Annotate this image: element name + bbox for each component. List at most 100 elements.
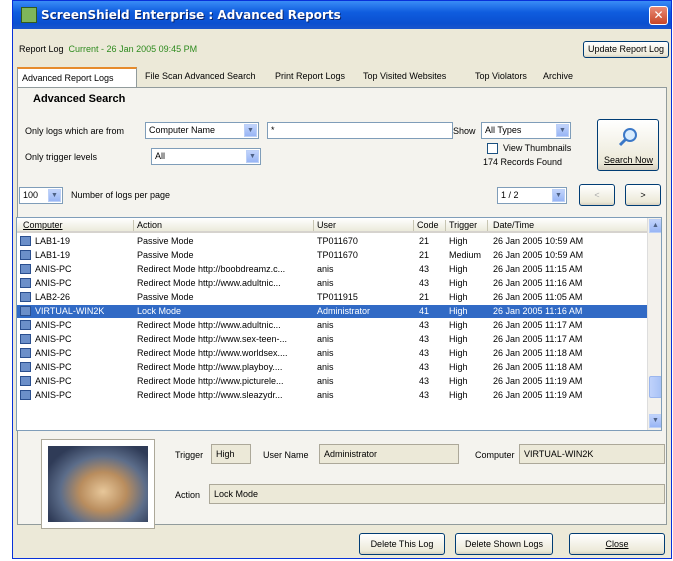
- show-label: Show: [453, 126, 476, 136]
- table-row[interactable]: ANIS-PC Redirect Mode http://www.adultnic…: [17, 319, 647, 332]
- table-row[interactable]: ANIS-PC Redirect Mode http://www.adultnic…: [17, 277, 647, 290]
- next-page-button[interactable]: >: [625, 184, 661, 206]
- table-cell-code: 21: [419, 250, 430, 260]
- column-header-user[interactable]: User: [317, 220, 336, 230]
- view-thumbnails-checkbox[interactable]: [487, 143, 498, 154]
- table-cell-action: Redirect Mode http://www.sleazydr...: [137, 390, 283, 400]
- vertical-scrollbar[interactable]: ▲ ▼: [647, 218, 661, 430]
- detail-trigger-value: High: [211, 444, 251, 464]
- table-cell-action: Redirect Mode http://www.picturele...: [137, 376, 284, 386]
- table-cell-trigger: High: [449, 292, 468, 302]
- trigger-select[interactable]: All ▼: [151, 148, 261, 165]
- computer-icon: [20, 236, 31, 246]
- report-log-label: Report Log: [19, 44, 64, 54]
- computer-icon: [20, 390, 31, 400]
- show-type-select[interactable]: All Types ▼: [481, 122, 571, 139]
- field-select[interactable]: Computer Name ▼: [145, 122, 259, 139]
- scroll-up-button[interactable]: ▲: [649, 219, 661, 233]
- table-cell-user: Administrator: [317, 306, 371, 316]
- column-header-datetime[interactable]: Date/Time: [493, 220, 534, 230]
- report-log-current: Current - 26 Jan 2005 09:45 PM: [68, 44, 198, 54]
- page-select[interactable]: 1 / 2 ▼: [497, 187, 567, 204]
- tab-archive[interactable]: Archive: [543, 67, 573, 87]
- title-bar[interactable]: ScreenShield Enterprise : Advanced Repor…: [13, 1, 671, 29]
- field-value-input[interactable]: *: [267, 122, 453, 139]
- computer-icon: [20, 348, 31, 358]
- table-cell-code: 43: [419, 362, 430, 372]
- computer-icon: [20, 320, 31, 330]
- column-header-trigger[interactable]: Trigger: [449, 220, 477, 230]
- table-cell-date-time: 26 Jan 2005 11:19 AM: [493, 390, 583, 400]
- screenshot-thumbnail[interactable]: [41, 439, 155, 529]
- table-row[interactable]: ANIS-PC Redirect Mode http://boobdreamz.c…: [17, 263, 647, 276]
- computer-icon: [20, 292, 31, 302]
- report-log-table[interactable]: Computer Action User Code Trigger Date/T…: [16, 217, 662, 431]
- table-row[interactable]: VIRTUAL-WIN2K Lock Mode Administrator 41 Hig…: [17, 305, 647, 318]
- chevron-down-icon: ▼: [48, 189, 61, 202]
- table-cell-action: Redirect Mode http://www.worldsex....: [137, 348, 288, 358]
- prev-page-button[interactable]: <: [579, 184, 615, 206]
- table-cell-date-time: 26 Jan 2005 11:16 AM: [493, 306, 583, 316]
- table-cell-computer: VIRTUAL-WIN2K: [35, 306, 105, 316]
- table-cell-computer: LAB1-19: [35, 236, 71, 246]
- tab-file-scan-advanced-search[interactable]: File Scan Advanced Search: [145, 67, 256, 87]
- column-header-computer[interactable]: Computer: [23, 220, 63, 230]
- table-cell-date-time: 26 Jan 2005 11:18 AM: [493, 362, 583, 372]
- table-cell-action: Passive Mode: [137, 236, 194, 246]
- table-cell-trigger: High: [449, 306, 468, 316]
- magnifier-icon: [618, 128, 637, 147]
- table-cell-date-time: 26 Jan 2005 10:59 AM: [493, 250, 584, 260]
- tab-advanced-report-logs[interactable]: Advanced Report Logs: [17, 67, 137, 87]
- update-report-log-button[interactable]: Update Report Log: [583, 41, 669, 58]
- table-cell-action: Redirect Mode http://boobdreamz.c...: [137, 264, 286, 274]
- table-cell-user: anis: [317, 320, 334, 330]
- window-title: ScreenShield Enterprise : Advanced Repor…: [41, 8, 341, 22]
- table-cell-user: anis: [317, 362, 334, 372]
- chevron-down-icon: ▼: [552, 189, 565, 202]
- tab-print-report-logs[interactable]: Print Report Logs: [275, 67, 345, 87]
- table-row[interactable]: ANIS-PC Redirect Mode http://www.sleazydr…: [17, 389, 647, 402]
- computer-icon: [20, 278, 31, 288]
- tab-top-violators[interactable]: Top Violators: [475, 67, 527, 87]
- table-cell-action: Redirect Mode http://www.adultnic...: [137, 320, 281, 330]
- table-row[interactable]: ANIS-PC Redirect Mode http://www.playboy.…: [17, 361, 647, 374]
- scroll-thumb[interactable]: [649, 376, 661, 398]
- delete-shown-logs-button[interactable]: Delete Shown Logs: [455, 533, 553, 555]
- trigger-levels-label: Only trigger levels: [25, 152, 98, 162]
- close-window-button[interactable]: ✕: [649, 6, 668, 25]
- table-cell-computer: ANIS-PC: [35, 278, 72, 288]
- table-row[interactable]: ANIS-PC Redirect Mode http://www.worldsex…: [17, 347, 647, 360]
- table-row[interactable]: LAB1-19 Passive Mode TP011670 21 Medium 26 Ja…: [17, 249, 647, 262]
- close-button[interactable]: Close: [569, 533, 665, 555]
- per-page-label: Number of logs per page: [71, 190, 171, 200]
- table-cell-code: 43: [419, 334, 430, 344]
- table-cell-code: 43: [419, 376, 430, 386]
- table-cell-trigger: High: [449, 264, 468, 274]
- table-row[interactable]: LAB1-19 Passive Mode TP011670 21 High 26 Jan …: [17, 235, 647, 248]
- scroll-down-button[interactable]: ▼: [649, 414, 661, 428]
- page-select-value: 1 / 2: [501, 190, 519, 200]
- table-cell-computer: LAB2-26: [35, 292, 71, 302]
- app-icon: [21, 7, 37, 23]
- table-cell-action: Redirect Mode http://www.sex-teen-...: [137, 334, 288, 344]
- table-cell-action: Passive Mode: [137, 292, 194, 302]
- table-cell-code: 43: [419, 264, 430, 274]
- table-cell-action: Redirect Mode http://www.playboy....: [137, 362, 283, 372]
- table-cell-computer: LAB1-19: [35, 250, 71, 260]
- column-header-action[interactable]: Action: [137, 220, 162, 230]
- chevron-down-icon: ▼: [246, 150, 259, 163]
- table-cell-date-time: 26 Jan 2005 11:05 AM: [493, 292, 583, 302]
- table-cell-action: Lock Mode: [137, 306, 182, 316]
- tab-top-visited-websites[interactable]: Top Visited Websites: [363, 67, 446, 87]
- table-row[interactable]: ANIS-PC Redirect Mode http://www.picturel…: [17, 375, 647, 388]
- column-header-code[interactable]: Code: [417, 220, 439, 230]
- table-row[interactable]: ANIS-PC Redirect Mode http://www.sex-teen…: [17, 333, 647, 346]
- per-page-select[interactable]: 100 ▼: [19, 187, 63, 204]
- table-cell-code: 43: [419, 390, 430, 400]
- delete-this-log-button[interactable]: Delete This Log: [359, 533, 445, 555]
- table-cell-user: anis: [317, 264, 334, 274]
- table-cell-trigger: High: [449, 348, 468, 358]
- search-now-button[interactable]: Search Now: [597, 119, 659, 171]
- table-row[interactable]: LAB2-26 Passive Mode TP011915 21 High 26 Jan …: [17, 291, 647, 304]
- table-cell-code: 43: [419, 348, 430, 358]
